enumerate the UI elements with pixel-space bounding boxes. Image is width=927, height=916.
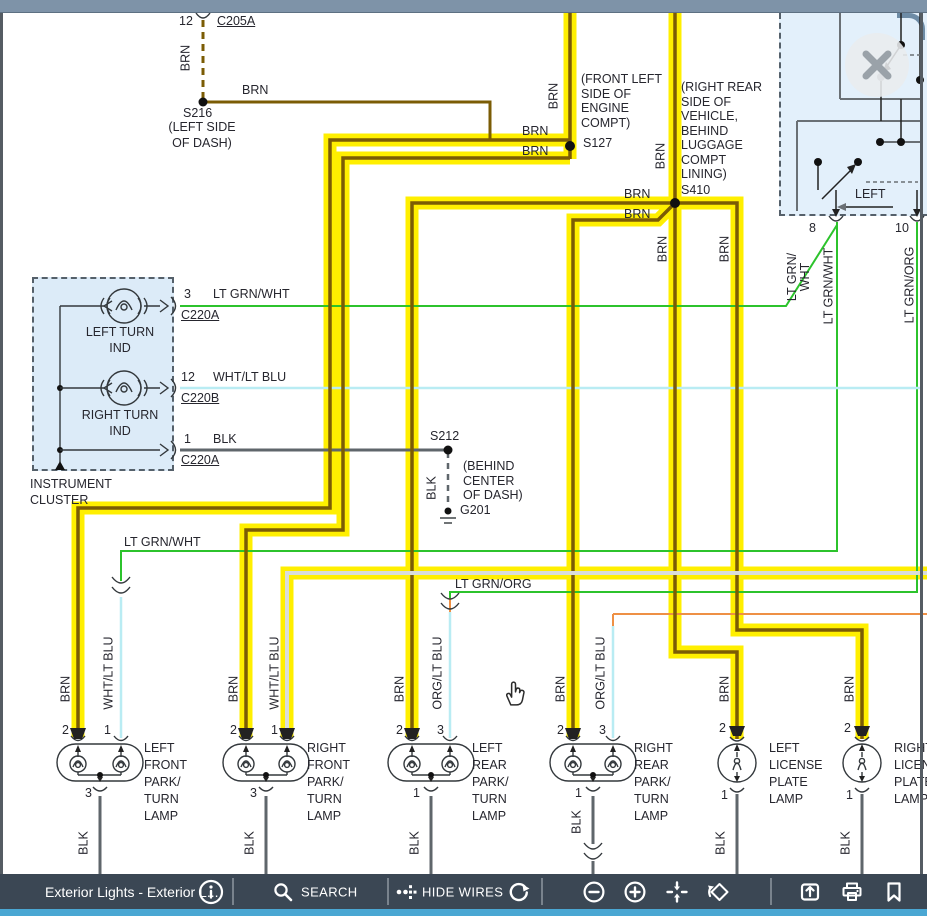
diagram-title[interactable]: Exterior Lights - Exterior L... [45,884,219,900]
bottom-accent-strip [0,909,927,916]
export-button[interactable] [797,879,823,905]
close-icon [857,45,897,85]
zoom-in-button[interactable] [622,879,648,905]
export-icon [798,880,822,904]
hide-wires-label[interactable]: HIDE WIRES [422,884,503,899]
hand-cursor-icon [501,679,527,712]
toolbar-divider [387,878,389,905]
fit-screen-icon [665,880,689,904]
wiring-diagram-svg [0,0,927,916]
fit-screen-button[interactable] [664,879,690,905]
lamp-left-rear [388,728,474,791]
print-button[interactable] [839,879,865,905]
lamp-left-front [57,728,143,791]
toolbar-divider [232,878,234,905]
zoom-out-icon [582,880,606,904]
info-icon [198,879,224,905]
lamp-right-license [843,726,881,792]
plain-wire-layer [100,20,927,876]
lamp-left-license [718,726,756,792]
rotate-view-button[interactable] [706,879,732,905]
bookmark-icon [882,880,906,904]
hide-wires-button[interactable] [393,879,419,905]
refresh-button[interactable] [506,879,532,905]
instrument-cluster-symbols [55,289,176,470]
app-window: 12C205ABRNS216(LEFT SIDE OF DASH)BRNBRN(… [0,0,927,916]
bottom-toolbar: Exterior Lights - Exterior L... SEARCH [0,874,927,909]
toolbar-divider [770,878,772,905]
zoom-out-button[interactable] [581,879,607,905]
toolbar-divider [541,878,543,905]
window-top-bar [0,0,927,13]
lamp-right-front [223,728,309,791]
search-label[interactable]: SEARCH [301,884,358,899]
rotate-view-icon [707,880,731,904]
lamp-right-rear [550,728,636,791]
bookmark-button[interactable] [881,879,907,905]
panel-right-border [920,13,923,875]
search-button[interactable] [270,879,296,905]
close-button[interactable] [845,33,909,97]
info-button[interactable] [198,879,224,905]
panel-left-border [0,13,3,875]
zoom-in-icon [623,880,647,904]
search-icon [272,881,294,903]
print-icon [840,880,864,904]
refresh-icon [507,880,531,904]
hide-wires-icon [395,881,417,903]
